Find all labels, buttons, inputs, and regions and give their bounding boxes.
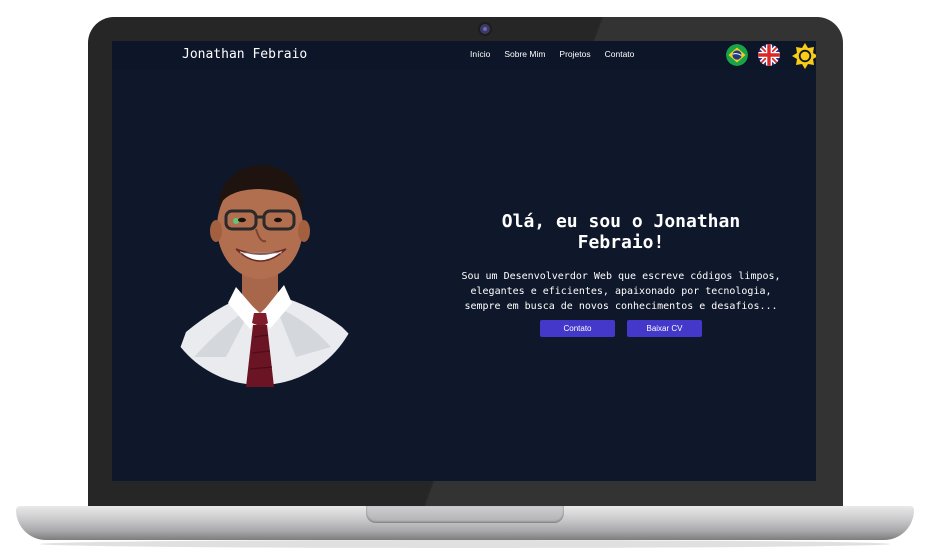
website-screen: Jonathan Febraio Início Sobre Mim Projet…: [112, 41, 816, 481]
hero-title: Olá, eu sou o Jonathan Febraio!: [430, 211, 812, 253]
download-cv-button[interactable]: Baixar CV: [627, 320, 702, 337]
nav-link-inicio[interactable]: Início: [470, 49, 490, 59]
hero-description-line: Sou um Desenvolverdor Web que escreve có…: [461, 271, 781, 282]
profile-photo: [156, 157, 362, 387]
hero-section: Olá, eu sou o Jonathan Febraio! Sou um D…: [430, 211, 812, 337]
hero-description-line: elegantes e eficientes, apaixonado por t…: [470, 286, 772, 297]
hero-title-line: Febraio!: [577, 232, 665, 253]
contact-button[interactable]: Contato: [540, 320, 615, 337]
nav-link-sobre-mim[interactable]: Sobre Mim: [504, 49, 545, 59]
site-header: Jonathan Febraio Início Sobre Mim Projet…: [112, 41, 816, 70]
brazil-flag-icon[interactable]: [726, 44, 748, 66]
nav-link-projetos[interactable]: Projetos: [559, 49, 590, 59]
nav-link-contato[interactable]: Contato: [605, 49, 635, 59]
hero-description-line: sempre em busca de novos conhecimentos e…: [464, 301, 778, 312]
webcam-icon: [480, 24, 490, 34]
main-nav: Início Sobre Mim Projetos Contato: [470, 49, 634, 59]
hero-description: Sou um Desenvolverdor Web que escreve có…: [430, 269, 812, 314]
uk-flag-icon[interactable]: [758, 44, 780, 66]
laptop-shadow: [40, 540, 890, 548]
laptop-base-notch: [366, 506, 564, 523]
site-brand[interactable]: Jonathan Febraio: [182, 47, 307, 62]
hero-title-line: Olá, eu sou o Jonathan: [501, 211, 741, 232]
sun-icon[interactable]: [792, 43, 816, 69]
hero-buttons: Contato Baixar CV: [430, 320, 812, 337]
